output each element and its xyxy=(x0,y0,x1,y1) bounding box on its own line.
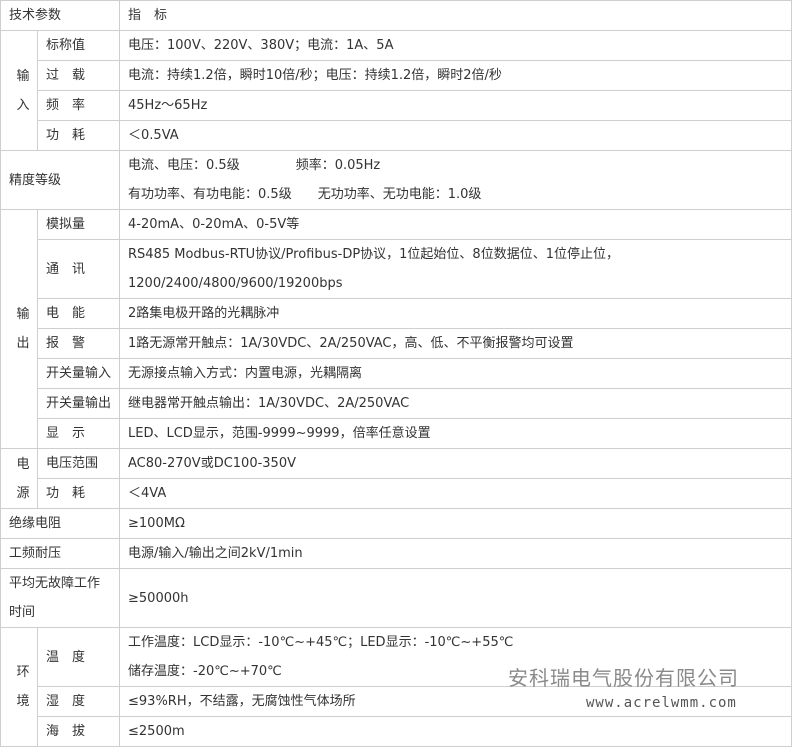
switch-input-label: 开关量输入 xyxy=(36,358,121,389)
supply-power-label: 功 耗 xyxy=(36,478,121,509)
accuracy-label: 精度等级 xyxy=(0,150,121,210)
header-spec: 指 标 xyxy=(119,0,792,31)
voltage-range-label: 电压范围 xyxy=(36,448,121,479)
switch-input-value: 无源接点输入方式：内置电源，光耦隔离 xyxy=(119,358,792,389)
accuracy-value: 电流、电压：0.5级 频率：0.05Hz 有功功率、有功电能：0.5级 无功功率、无… xyxy=(119,150,792,210)
environment-category: 环境 xyxy=(0,627,38,747)
mtbf-value: ≥50000h xyxy=(119,568,792,628)
input-category: 输入 xyxy=(0,30,38,151)
frequency-label: 频 率 xyxy=(36,90,121,121)
overload-value: 电流：持续1.2倍，瞬时10倍/秒；电压：持续1.2倍，瞬时2倍/秒 xyxy=(119,60,792,91)
watermark-url: www.acrelwmm.com xyxy=(586,695,737,711)
alarm-value: 1路无源常开触点：1A/30VDC、2A/250VAC，高、低、不平衡报警均可设… xyxy=(119,328,792,359)
humidity-label: 湿 度 xyxy=(36,686,121,717)
analog-value: 4-20mA、0-20mA、0-5V等 xyxy=(119,209,792,240)
overload-label: 过 载 xyxy=(36,60,121,91)
frequency-value: 45Hz～65Hz xyxy=(119,90,792,121)
watermark-company: 安科瑞电气股份有限公司 xyxy=(508,666,739,690)
comm-label: 通 讯 xyxy=(36,239,121,299)
supply-category: 电源 xyxy=(0,448,38,509)
temperature-label: 温 度 xyxy=(36,627,121,687)
energy-label: 电 能 xyxy=(36,298,121,329)
altitude-value: ≤2500m xyxy=(119,716,792,747)
comm-value: RS485 Modbus-RTU协议/Profibus-DP协议，1位起始位、8… xyxy=(119,239,792,299)
mtbf-label: 平均无故障工作 时间 xyxy=(0,568,121,628)
spec-table: 技术参数 指 标 输入 标称值 电压：100V、220V、380V；电流：1A、… xyxy=(0,0,792,747)
switch-output-value: 继电器常开触点输出：1A/30VDC、2A/250VAC xyxy=(119,388,792,419)
alarm-label: 报 警 xyxy=(36,328,121,359)
withstand-label: 工频耐压 xyxy=(0,538,121,569)
switch-output-label: 开关量输出 xyxy=(36,388,121,419)
energy-value: 2路集电极开路的光耦脉冲 xyxy=(119,298,792,329)
altitude-label: 海 拔 xyxy=(36,716,121,747)
withstand-value: 电源/输入/输出之间2kV/1min xyxy=(119,538,792,569)
output-category: 输出 xyxy=(0,209,38,449)
rated-value: 电压：100V、220V、380V；电流：1A、5A xyxy=(119,30,792,61)
supply-power-value: ＜4VA xyxy=(119,478,792,509)
insulation-value: ≥100MΩ xyxy=(119,508,792,539)
voltage-range-value: AC80-270V或DC100-350V xyxy=(119,448,792,479)
rated-label: 标称值 xyxy=(36,30,121,61)
header-row: 技术参数 指 标 xyxy=(0,0,792,31)
input-power-value: ＜0.5VA xyxy=(119,120,792,151)
insulation-label: 绝缘电阻 xyxy=(0,508,121,539)
input-power-label: 功 耗 xyxy=(36,120,121,151)
header-param: 技术参数 xyxy=(0,0,121,31)
analog-label: 模拟量 xyxy=(36,209,121,240)
display-label: 显 示 xyxy=(36,418,121,449)
display-value: LED、LCD显示，范围-9999~9999，倍率任意设置 xyxy=(119,418,792,449)
